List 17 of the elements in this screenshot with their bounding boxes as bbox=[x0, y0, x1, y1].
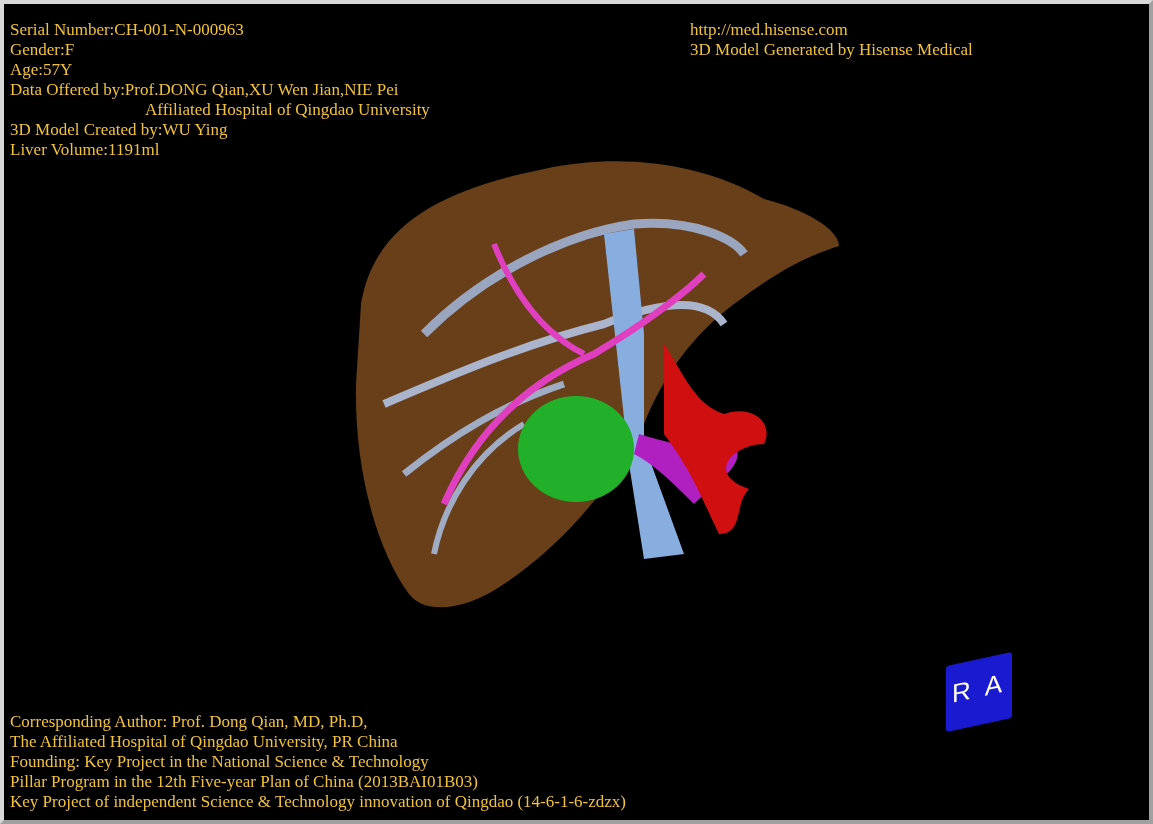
orientation-cube[interactable]: R A bbox=[946, 652, 1012, 732]
info-text: Liver Volume:1191ml bbox=[10, 140, 161, 160]
credit-text: The Affiliated Hospital of Qingdao University, PR China bbox=[10, 732, 399, 752]
info-text: 3D Model Created by:WU Ying bbox=[10, 120, 229, 140]
brand-text: http://med.hisense.com bbox=[690, 20, 849, 40]
info-text: Affiliated Hospital of Qingdao University bbox=[144, 100, 431, 120]
info-text: Serial Number:CH-001-N-000963 bbox=[10, 20, 245, 40]
info-text: Data Offered by:Prof.DONG Qian,XU Wen Jian,NIE Pei bbox=[10, 80, 400, 100]
info-text: Gender:F bbox=[10, 40, 76, 60]
credit-text: Key Project of independent Science & Technology innovation of Qingdao (14-6-1-6-zdzx) bbox=[10, 792, 627, 812]
info-text: Age:57Y bbox=[10, 60, 74, 80]
credit-text: Corresponding Author: Prof. Dong Qian, MD, Ph.D, bbox=[10, 712, 369, 732]
cube-label: R bbox=[952, 674, 971, 709]
cube-label: A bbox=[984, 668, 1003, 702]
credit-text: Pillar Program in the 12th Five-year Plan of China (2013BAI01B03) bbox=[10, 772, 479, 792]
credit-text: Founding: Key Project in the National Science & Technology bbox=[10, 752, 430, 772]
brand-text: 3D Model Generated by Hisense Medical bbox=[690, 40, 973, 60]
